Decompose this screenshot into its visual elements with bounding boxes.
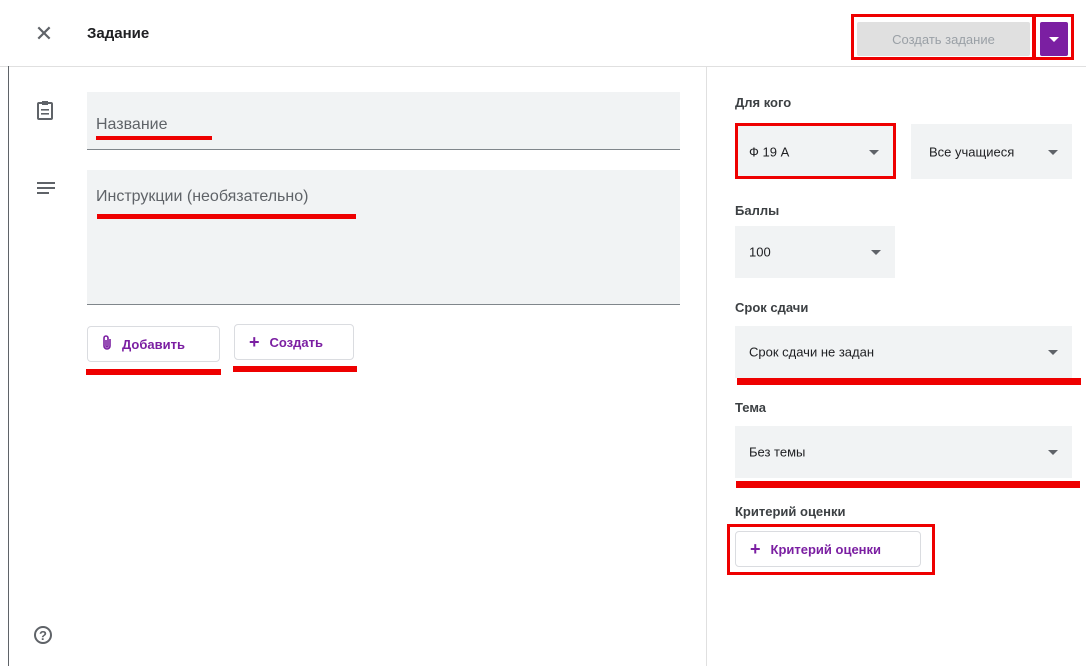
add-label: Добавить bbox=[122, 336, 185, 352]
annotation-underline bbox=[737, 378, 1081, 385]
annotation-underline bbox=[86, 369, 221, 375]
dropdown-caret-icon bbox=[1049, 36, 1059, 42]
annotation-underline bbox=[233, 366, 357, 372]
plus-icon: + bbox=[249, 331, 260, 352]
attach-icon bbox=[102, 334, 112, 354]
dropdown-caret-icon bbox=[1048, 149, 1058, 155]
dropdown-caret-icon bbox=[1048, 450, 1058, 455]
title-input[interactable]: Название bbox=[87, 92, 680, 150]
students-value: Все учащиеся bbox=[929, 144, 1015, 159]
due-value: Срок сдачи не задан bbox=[749, 344, 875, 360]
create-assignment-button[interactable]: Создать задание bbox=[857, 22, 1030, 56]
students-select[interactable]: Все учащиеся bbox=[911, 124, 1072, 179]
panel-divider bbox=[706, 66, 707, 666]
close-icon[interactable]: ✕ bbox=[32, 22, 56, 46]
create-options-dropdown[interactable] bbox=[1040, 22, 1068, 56]
dropdown-caret-icon bbox=[871, 250, 881, 255]
points-label: Баллы bbox=[735, 203, 780, 218]
help-icon[interactable]: ? bbox=[34, 626, 52, 644]
class-select[interactable]: Ф 19 А bbox=[735, 124, 893, 179]
instructions-placeholder: Инструкции (необязательно) bbox=[96, 188, 309, 205]
rubric-label: Критерий оценки bbox=[735, 504, 846, 519]
topic-label: Тема bbox=[735, 400, 767, 415]
due-date-select[interactable]: Срок сдачи не задан bbox=[735, 326, 1072, 378]
plus-icon: + bbox=[750, 538, 761, 559]
window-edge bbox=[8, 66, 9, 666]
class-value: Ф 19 А bbox=[749, 144, 790, 159]
create-material-button[interactable]: + Создать bbox=[234, 324, 354, 360]
topic-select[interactable]: Без темы bbox=[735, 426, 1072, 478]
add-attachment-button[interactable]: Добавить bbox=[87, 326, 220, 362]
topic-value: Без темы bbox=[749, 444, 806, 460]
top-bar: ✕ Задание Создать задание bbox=[0, 0, 1086, 67]
points-value: 100 bbox=[749, 244, 771, 260]
add-rubric-button[interactable]: + Критерий оценки bbox=[735, 531, 921, 567]
points-select[interactable]: 100 bbox=[735, 226, 895, 278]
due-label: Срок сдачи bbox=[735, 300, 809, 315]
create-label: Создать bbox=[269, 334, 323, 350]
for-whom-label: Для кого bbox=[735, 95, 792, 110]
notes-icon bbox=[37, 181, 55, 199]
assignment-icon bbox=[37, 100, 53, 125]
instructions-input[interactable]: Инструкции (необязательно) bbox=[87, 170, 680, 305]
rubric-button-label: Критерий оценки bbox=[770, 541, 882, 557]
page-title: Задание bbox=[87, 25, 150, 42]
annotation-underline bbox=[736, 481, 1080, 488]
dropdown-caret-icon bbox=[1048, 350, 1058, 355]
dropdown-caret-icon bbox=[869, 149, 879, 155]
title-placeholder: Название bbox=[96, 116, 168, 133]
